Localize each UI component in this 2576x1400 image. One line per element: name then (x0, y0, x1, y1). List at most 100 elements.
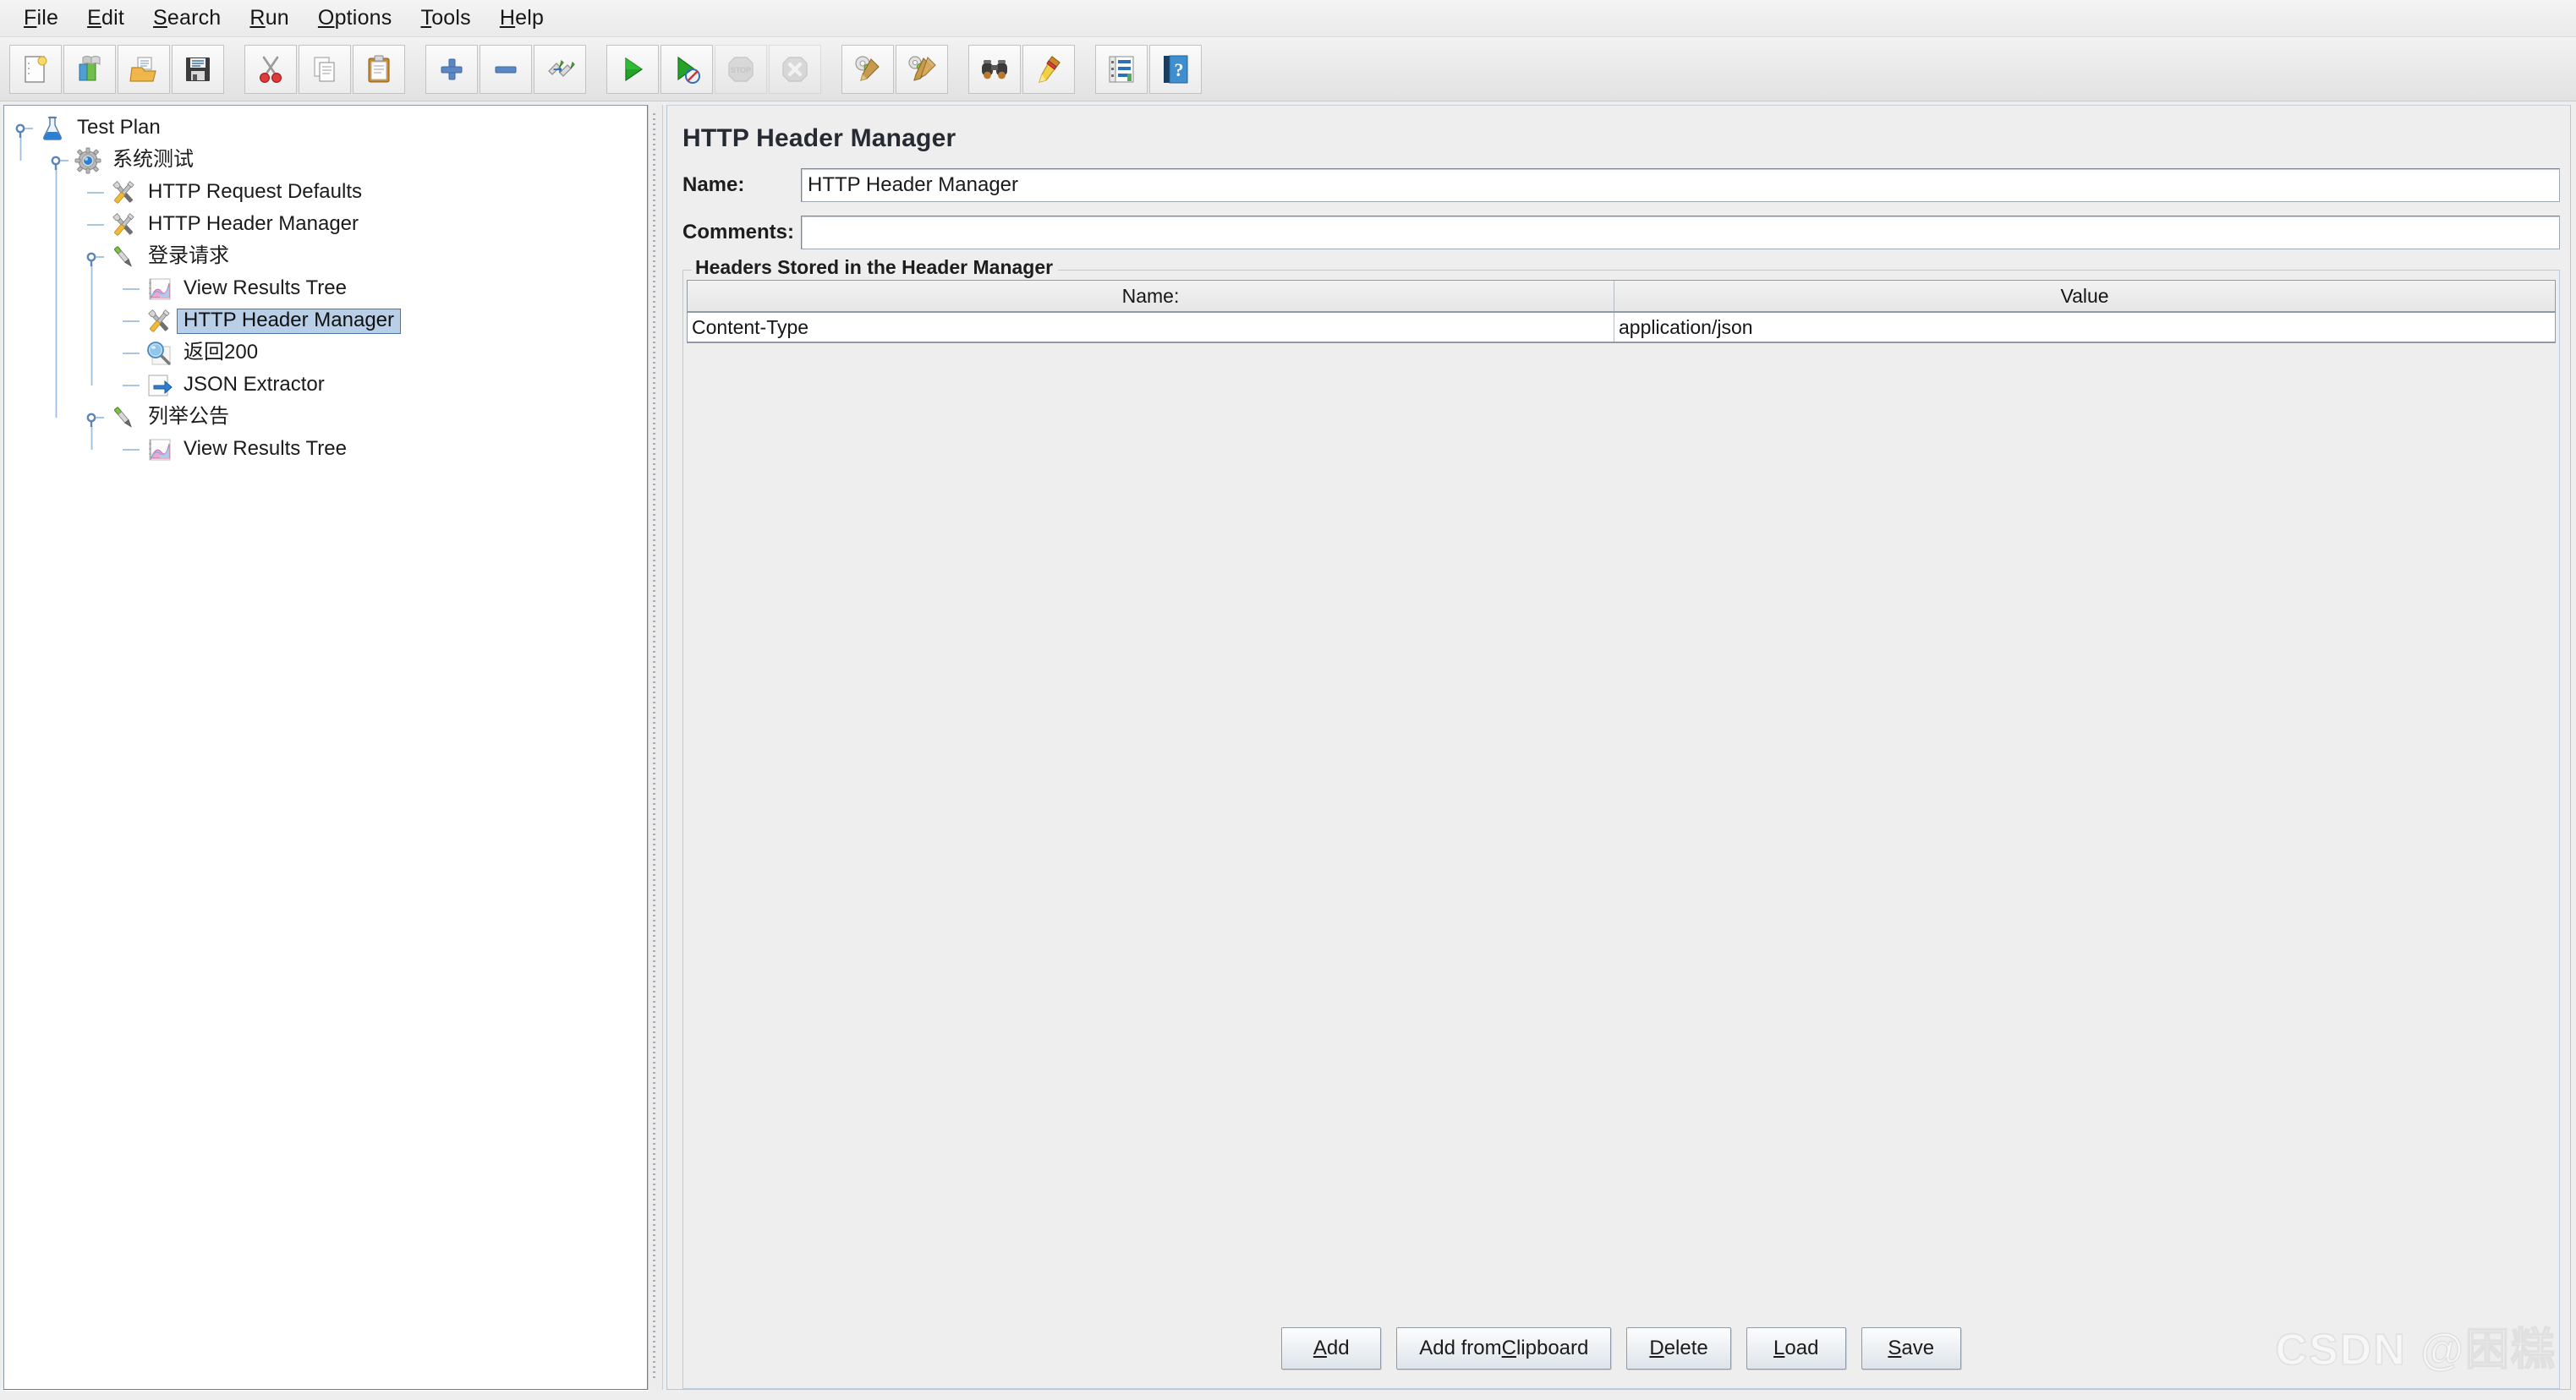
tree-node-label[interactable]: Test Plan (70, 116, 167, 141)
search-icon[interactable] (968, 45, 1021, 94)
test-plan-icon (38, 114, 67, 143)
tree-node-label[interactable]: 登录请求 (141, 244, 236, 270)
tree-indent (4, 209, 84, 241)
help-icon[interactable]: ? (1149, 45, 1202, 94)
headers-group: Headers Stored in the Header Manager Nam… (682, 270, 2560, 1389)
tree-expander-icon[interactable] (84, 402, 109, 434)
tree-leaf-connector-icon (119, 434, 145, 466)
tree-node[interactable]: 返回200 (4, 337, 647, 369)
toggle-icon[interactable] (534, 45, 586, 94)
post-processor-icon (145, 371, 173, 400)
tree-leaf-connector-icon (119, 337, 145, 369)
clear-icon[interactable] (841, 45, 894, 94)
tree-indent (4, 434, 119, 466)
toolbar-group (244, 45, 406, 94)
tree-node-label[interactable]: HTTP Request Defaults (141, 180, 369, 205)
tree-node-label[interactable]: View Results Tree (177, 437, 354, 462)
tree-expander-icon[interactable] (48, 145, 74, 177)
cell-header-value[interactable]: application/json (1614, 313, 2555, 342)
save-icon[interactable] (172, 45, 224, 94)
add-button[interactable]: Add (1281, 1327, 1381, 1370)
comments-input[interactable] (801, 216, 2560, 249)
load-button[interactable]: Load (1746, 1327, 1846, 1370)
tree-node[interactable]: View Results Tree (4, 434, 647, 466)
cut-icon[interactable] (244, 45, 297, 94)
menu-file[interactable]: File (10, 4, 74, 32)
svg-text:?: ? (1175, 59, 1184, 80)
tree-node-label[interactable]: JSON Extractor (177, 373, 332, 398)
tree-node-label[interactable]: 列举公告 (141, 405, 236, 430)
column-header-value[interactable]: Value (1614, 281, 2555, 311)
headers-table-empty-area (687, 343, 2556, 1312)
tree-node-label[interactable]: HTTP Header Manager (177, 309, 401, 334)
tree-indent (4, 305, 119, 337)
test-plan-tree-panel[interactable]: Test Plan 系统测试 (3, 105, 648, 1390)
headers-group-body: Name: Value Content-Type application/jso… (683, 270, 2559, 1388)
stop-icon: STOP (715, 45, 767, 94)
tree-node[interactable]: HTTP Header Manager (4, 305, 647, 337)
comments-label: Comments: (682, 221, 801, 244)
start-icon[interactable] (606, 45, 659, 94)
tree-indent (4, 273, 119, 305)
tree-expander-icon[interactable] (84, 241, 109, 273)
menu-edit[interactable]: Edit (74, 4, 140, 32)
toolbar-group (425, 45, 587, 94)
table-row[interactable]: Content-Type application/json (688, 313, 2555, 343)
function-helper-icon[interactable] (1095, 45, 1148, 94)
cell-header-name[interactable]: Content-Type (688, 313, 1614, 342)
name-input[interactable]: HTTP Header Manager (801, 168, 2560, 202)
element-editor-panel: HTTP Header Manager Name: HTTP Header Ma… (666, 105, 2571, 1390)
clear-all-icon[interactable] (896, 45, 948, 94)
tree-node[interactable]: 系统测试 (4, 145, 647, 177)
headers-table[interactable]: Name: Value Content-Type application/jso… (687, 280, 2556, 343)
menu-tools[interactable]: Tools (407, 4, 485, 32)
templates-icon[interactable] (63, 45, 116, 94)
delete-button[interactable]: Delete (1626, 1327, 1730, 1370)
tree-node[interactable]: JSON Extractor (4, 369, 647, 402)
menu-help[interactable]: Help (486, 4, 559, 32)
tree-node[interactable]: 列举公告 (4, 402, 647, 434)
headers-table-header: Name: Value (688, 281, 2555, 313)
tree-indent (4, 369, 119, 402)
toolbar-group (8, 45, 225, 94)
svg-text:STOP: STOP (731, 66, 751, 74)
test-plan-tree[interactable]: Test Plan 系统测试 (4, 106, 647, 466)
tree-leaf-connector-icon (84, 177, 109, 209)
view-results-tree-icon (145, 275, 173, 304)
start-no-timers-icon[interactable] (660, 45, 713, 94)
save-button[interactable]: Save (1861, 1327, 1961, 1370)
add-from-clipboard-button[interactable]: Add from Clipboard (1396, 1327, 1611, 1370)
collapse-icon[interactable] (480, 45, 532, 94)
column-header-name[interactable]: Name: (688, 281, 1614, 311)
name-label: Name: (682, 173, 801, 197)
paste-icon[interactable] (353, 45, 405, 94)
expand-icon[interactable] (425, 45, 478, 94)
tree-node-label[interactable]: HTTP Header Manager (141, 212, 365, 238)
menu-options[interactable]: Options (304, 4, 408, 32)
tree-node[interactable]: HTTP Header Manager (4, 209, 647, 241)
tree-node-label[interactable]: 系统测试 (106, 148, 200, 173)
new-icon[interactable] (9, 45, 62, 94)
tree-leaf-connector-icon (119, 273, 145, 305)
tree-node[interactable]: 登录请求 (4, 241, 647, 273)
tree-node-label[interactable]: 返回200 (177, 341, 265, 366)
split-pane-divider[interactable] (648, 105, 663, 1390)
tree-indent (4, 241, 84, 273)
http-sampler-icon (109, 403, 138, 432)
reset-search-icon[interactable] (1022, 45, 1075, 94)
tree-indent (4, 402, 84, 434)
menu-search[interactable]: Search (140, 4, 236, 32)
tree-node[interactable]: HTTP Request Defaults (4, 177, 647, 209)
page-title: HTTP Header Manager (667, 106, 2570, 168)
tree-node[interactable]: Test Plan (4, 112, 647, 145)
config-element-icon (109, 178, 138, 207)
tree-expander-icon[interactable] (13, 112, 38, 145)
open-icon[interactable] (118, 45, 170, 94)
config-element-icon (109, 211, 138, 239)
menu-run[interactable]: Run (236, 4, 304, 32)
tree-node[interactable]: View Results Tree (4, 273, 647, 305)
tree-node-label[interactable]: View Results Tree (177, 276, 354, 302)
tree-leaf-connector-icon (119, 305, 145, 337)
menu-bar: FileEditSearchRunOptionsToolsHelp (0, 0, 2576, 37)
copy-icon[interactable] (299, 45, 351, 94)
